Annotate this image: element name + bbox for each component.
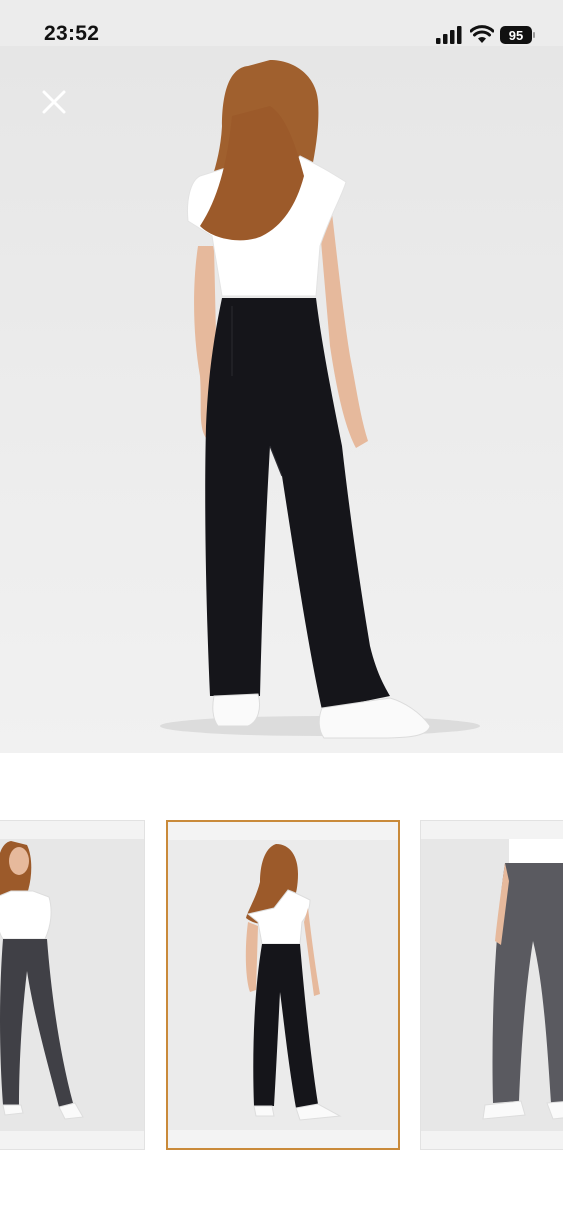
thumbnail-back-illustration: [245, 844, 342, 1121]
status-bar: 23:52 95: [0, 0, 563, 46]
thumbnail-model-front-view[interactable]: [0, 820, 145, 1150]
close-icon[interactable]: [38, 86, 70, 118]
status-time: 23:52: [44, 22, 100, 45]
battery-nub: [533, 32, 535, 38]
thumbnail-trousers-close-up[interactable]: [420, 820, 563, 1150]
wifi-icon: [470, 25, 494, 43]
main-product-image[interactable]: [0, 46, 563, 753]
thumbnail-closeup-illustration: [482, 839, 563, 1120]
thumbnail-front-illustration: [0, 841, 84, 1120]
thumbnail-model-back-view-selected[interactable]: [166, 820, 400, 1150]
battery-icon: 95: [500, 26, 532, 44]
model-back-view-illustration: [160, 60, 480, 739]
signal-icon: [436, 26, 462, 44]
battery-level: 95: [508, 27, 524, 43]
